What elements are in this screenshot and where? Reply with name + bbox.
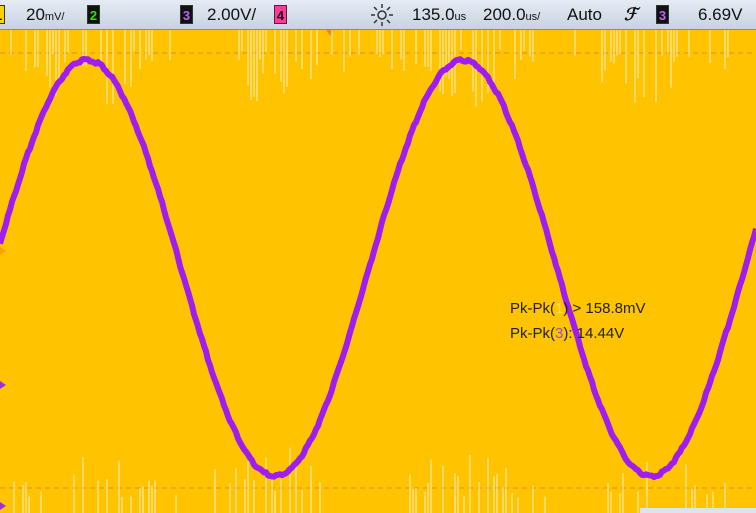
- measurement-pkpk-ch1: Pk-Pk(1) > 158.8mV: [510, 300, 645, 317]
- channel-1-indicator[interactable]: 1: [0, 5, 5, 24]
- channel-3-indicator[interactable]: 3: [180, 5, 193, 24]
- trigger-channel-indicator[interactable]: 3: [656, 5, 669, 24]
- time-delay[interactable]: 135.0us: [412, 5, 466, 27]
- measurement-pkpk-ch3: Pk-Pk(3): 14.44V: [510, 325, 624, 342]
- measurement-label: Pk-Pk(: [510, 300, 555, 317]
- channel-4-indicator[interactable]: 4: [274, 5, 287, 24]
- softkey-bar-edge: [640, 508, 756, 513]
- measurement-value: ): 14.44V: [563, 325, 625, 342]
- channel-3-scale[interactable]: 2.00V/: [207, 5, 256, 25]
- trigger-level[interactable]: 6.69V: [698, 5, 742, 25]
- channel-1-scale-unit: mV/: [44, 11, 65, 23]
- waveform-display: [0, 30, 756, 513]
- channel-1-scale[interactable]: 20mV/: [26, 5, 64, 27]
- channel-2-indicator[interactable]: 2: [87, 5, 100, 24]
- trigger-mode[interactable]: Auto: [567, 5, 602, 25]
- status-bar: 1 20mV/ 2 3 2.00V/ 4 135.0us 200.0us/ Au…: [0, 0, 756, 30]
- time-delay-unit: us: [454, 11, 467, 23]
- measurement-value: ) > 158.8mV: [563, 300, 646, 317]
- measurement-label: Pk-Pk(: [510, 325, 555, 342]
- brightness-icon: [370, 3, 394, 32]
- time-scale[interactable]: 200.0us/: [483, 5, 540, 27]
- trigger-slope-icon: ℱ: [624, 5, 638, 24]
- time-scale-unit: us/: [525, 11, 541, 23]
